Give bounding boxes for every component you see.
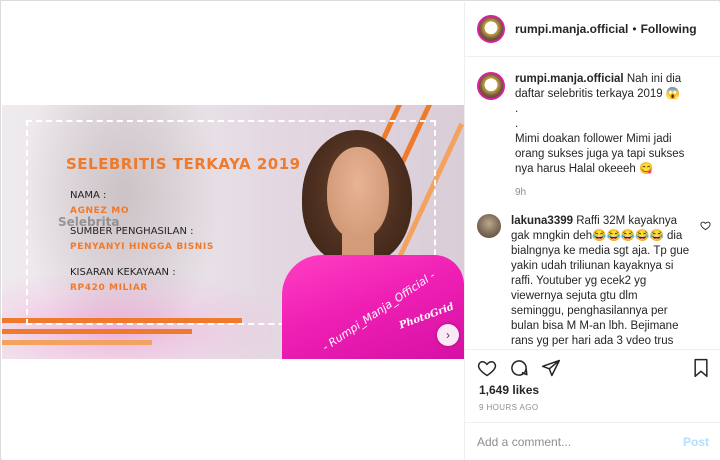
wealth-value: RP420 MILIAR — [70, 283, 148, 293]
caption-avatar[interactable] — [477, 72, 505, 100]
comment-username[interactable]: lakuna3399 — [511, 215, 573, 227]
next-image-button[interactable]: › — [437, 324, 459, 346]
details-pane: rumpi.manja.official • Following rumpi.m… — [464, 2, 720, 460]
wealth-label: KISARAN KEKAYAAN : — [70, 267, 176, 278]
decor-stripe — [2, 329, 192, 334]
share-icon[interactable] — [541, 358, 561, 378]
caption-username[interactable]: rumpi.manja.official — [515, 73, 624, 85]
card-title: SELEBRITIS TERKAYA 2019 — [66, 155, 301, 173]
posted-time[interactable]: 9 HOURS AGO — [479, 403, 539, 412]
post-dialog: SELEBRITIS TERKAYA 2019 NAMA : AGNEZ MO … — [0, 0, 720, 460]
decor-stripe — [2, 340, 152, 345]
account-avatar[interactable] — [477, 15, 505, 43]
add-comment-row: Post — [465, 422, 720, 460]
caption-time[interactable]: 9h — [515, 185, 695, 200]
comment-icon[interactable] — [509, 358, 529, 378]
comment-text: Raffi 32M kayaknya gak mngkin deh😂😂😂😂😂 d… — [511, 215, 690, 347]
portrait-face — [327, 147, 389, 239]
comment-like-heart-icon[interactable] — [700, 220, 711, 234]
media-pane: SELEBRITIS TERKAYA 2019 NAMA : AGNEZ MO … — [2, 2, 464, 460]
post-image[interactable]: SELEBRITIS TERKAYA 2019 NAMA : AGNEZ MO … — [2, 105, 464, 359]
caption-text-2: Mimi doakan follower Mimi jadi orang suk… — [515, 133, 685, 175]
add-comment-input[interactable] — [477, 434, 683, 449]
following-button[interactable]: Following — [641, 22, 697, 36]
caption-body: rumpi.manja.official Nah ini dia daftar … — [515, 72, 695, 200]
likes-count[interactable]: 1,649 likes — [479, 383, 539, 397]
source-value: PENYANYI HINGGA BISNIS — [70, 242, 214, 252]
account-name[interactable]: rumpi.manja.official — [515, 22, 628, 36]
commenter-avatar[interactable] — [477, 214, 501, 238]
bookmark-icon[interactable] — [691, 358, 711, 378]
caption-dot: . — [515, 118, 519, 130]
comments-list[interactable]: rumpi.manja.official Nah ini dia daftar … — [465, 58, 720, 348]
name-label: NAMA : — [70, 190, 107, 201]
separator-dot: • — [632, 22, 637, 36]
post-header: rumpi.manja.official • Following — [465, 2, 720, 57]
source-label: SUMBER PENGHASILAN : — [70, 226, 194, 237]
comment-body: lakuna3399 Raffi 32M kayaknya gak mngkin… — [511, 214, 691, 348]
post-comment-button[interactable]: Post — [683, 435, 709, 449]
action-bar — [465, 349, 720, 384]
caption: rumpi.manja.official Nah ini dia daftar … — [477, 72, 709, 200]
chevron-right-icon: › — [446, 328, 450, 342]
heart-icon[interactable] — [477, 358, 497, 378]
comment-item: lakuna3399 Raffi 32M kayaknya gak mngkin… — [477, 214, 711, 348]
caption-dot: . — [515, 103, 519, 115]
